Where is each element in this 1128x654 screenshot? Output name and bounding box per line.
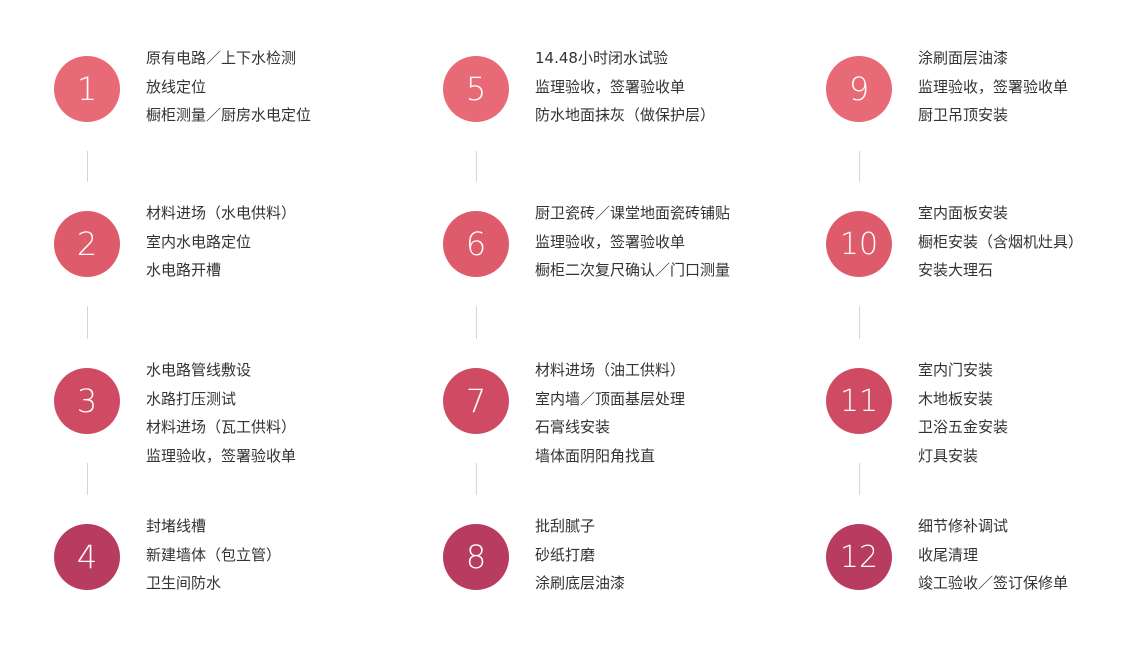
step-task-item: 石膏线安装 [535, 418, 611, 436]
connector-line [87, 151, 88, 182]
step-task-item: 室内墙／顶面基层处理 [535, 389, 686, 408]
step-task-item: 室内门安装 [918, 361, 994, 379]
step-task-item: 涂刷底层油漆 [535, 574, 626, 592]
step-task-item: 原有电路／上下水检测 [146, 49, 297, 67]
step-task-item: 细节修补调试 [918, 517, 1009, 535]
step-task-item: 竣工验收／签订保修单 [918, 574, 1069, 592]
connector-line [476, 151, 477, 182]
step-task-item: 批刮腻子 [535, 517, 596, 535]
step-number-circle: 10 [826, 211, 892, 277]
step-task-item: 卫生间防水 [146, 574, 222, 592]
step-task-item: 新建墙体（包立管） [146, 545, 282, 564]
step-task-item: 橱柜二次复尺确认／门口测量 [535, 261, 731, 279]
step-number-circle: 9 [826, 56, 892, 122]
step-task-item: 材料进场（油工供料） [535, 361, 686, 379]
connector-line [859, 306, 860, 339]
step-task-item: 橱柜安装（含烟机灶具） [918, 232, 1084, 251]
step-task-item: 砂纸打磨 [535, 545, 596, 564]
step-number-circle: 3 [54, 368, 120, 434]
step-task-item: 厨卫吊顶安装 [918, 106, 1009, 124]
step-task-item: 材料进场（瓦工供料） [146, 418, 297, 436]
step-task-item: 放线定位 [146, 77, 207, 96]
step-task-item: 厨卫瓷砖／课堂地面瓷砖铺贴 [535, 204, 731, 222]
step-task-item: 灯具安装 [918, 446, 979, 465]
step-task-item: 水电路管线敷设 [146, 361, 252, 379]
step-task-item: 监理验收，签署验收单 [918, 77, 1069, 96]
step-task-item: 卫浴五金安装 [918, 418, 1009, 436]
step-task-item: 橱柜测量／厨房水电定位 [146, 106, 312, 124]
step-task-item: 监理验收，签署验收单 [535, 232, 686, 251]
step-task-item: 室内水电路定位 [146, 232, 252, 251]
step-task-item: 木地板安装 [918, 389, 994, 408]
step-number-circle: 11 [826, 368, 892, 434]
connector-line [859, 151, 860, 182]
connector-line [87, 463, 88, 495]
step-number-circle: 1 [54, 56, 120, 122]
step-task-item: 涂刷面层油漆 [918, 49, 1009, 67]
step-task-item: 墙体面阴阳角找直 [535, 446, 656, 465]
step-number-circle: 2 [54, 211, 120, 277]
step-task-item: 收尾清理 [918, 545, 979, 564]
step-task-item: 监理验收，签署验收单 [146, 446, 297, 465]
step-task-item: 监理验收，签署验收单 [535, 77, 686, 96]
step-task-item: 室内面板安装 [918, 204, 1009, 222]
step-task-item: 材料进场（水电供料） [146, 204, 297, 222]
step-task-item: 防水地面抹灰（做保护层） [535, 106, 716, 124]
connector-line [87, 306, 88, 339]
connector-line [476, 306, 477, 339]
step-number-circle: 5 [443, 56, 509, 122]
connector-line [476, 463, 477, 495]
step-number-circle: 4 [54, 524, 120, 590]
step-number-circle: 8 [443, 524, 509, 590]
step-number-circle: 7 [443, 368, 509, 434]
step-task-item: 水路打压测试 [146, 389, 237, 408]
step-number-circle: 12 [826, 524, 892, 590]
step-task-item: 14.48小时闭水试验 [535, 49, 668, 67]
step-task-item: 封堵线槽 [146, 517, 207, 535]
step-task-item: 安装大理石 [918, 261, 994, 279]
connector-line [859, 463, 860, 495]
step-task-item: 水电路开槽 [146, 261, 222, 279]
step-number-circle: 6 [443, 211, 509, 277]
